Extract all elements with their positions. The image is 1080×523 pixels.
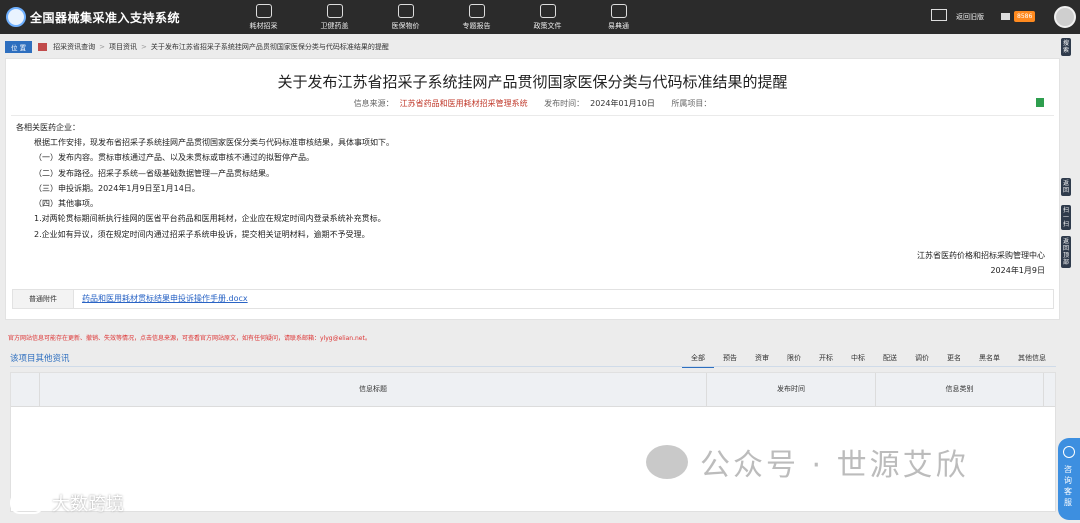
- nav-label: 专题报告: [462, 22, 491, 30]
- tab-rename[interactable]: 更名: [938, 353, 970, 366]
- avatar[interactable]: [1054, 6, 1076, 28]
- side-search-button[interactable]: 搜索: [1061, 38, 1071, 56]
- envelope-icon[interactable]: [1001, 13, 1010, 20]
- search-book-icon: [610, 4, 627, 18]
- table-header-category: 信息类别: [875, 373, 1043, 406]
- signature: 江苏省医药价格和招标采购管理中心: [917, 251, 1045, 260]
- mail-icon[interactable]: [931, 9, 947, 21]
- body-line: 1.对两轮贯标期间新执行挂网的医省平台药品和医用耗材，企业应在规定时间内登录系统…: [34, 214, 386, 223]
- project-label: 所属项目：: [671, 99, 712, 108]
- body-line: （三）申投诉期。2024年1月9日至1月14日。: [34, 184, 200, 193]
- attachment-link[interactable]: 药品和医用耗材贯标结果申投诉操作手册.docx: [74, 290, 248, 308]
- breadcrumb-separator: >: [99, 43, 105, 51]
- top-header: 全国器械集采准入支持系统 耗材招采 卫健药盖 医保物价 专题报告 政策文件 易典…: [0, 0, 1080, 34]
- time-label: 发布时间：: [544, 99, 585, 108]
- tab-blacklist[interactable]: 黑名单: [970, 353, 1009, 366]
- article-panel: 关于发布江苏省招采子系统挂网产品贯彻国家医保分类与代码标准结果的提醒 信息来源：…: [5, 58, 1060, 320]
- message-count-badge[interactable]: 8586: [1014, 11, 1036, 22]
- side-back-top-button[interactable]: 返回顶部: [1061, 236, 1071, 268]
- copy-icon[interactable]: [1036, 98, 1044, 107]
- table-header-spacer: [1043, 373, 1055, 406]
- attachment-label: 普通附件: [13, 290, 74, 308]
- watermark-text: 大数跨境: [52, 494, 124, 515]
- medical-icon: [397, 4, 414, 18]
- body-line: 各相关医药企业：: [16, 123, 80, 132]
- tab-qualification[interactable]: 资审: [746, 353, 778, 366]
- app-logo-icon[interactable]: [6, 7, 26, 27]
- chat-icon: [1063, 446, 1075, 458]
- report-icon: [468, 4, 485, 18]
- attachment-row: 普通附件 药品和医用耗材贯标结果申投诉操作手册.docx: [12, 289, 1054, 309]
- source-label: 信息来源：: [353, 99, 394, 108]
- watermark-wechat: 公众号 · 世源艾欣: [646, 440, 969, 484]
- watermark-text: 公众号 · 世源艾欣: [700, 448, 969, 483]
- table-header: 信息标题 发布时间 信息类别: [11, 373, 1055, 407]
- body-line: 根据工作安排，现发布省招采子系统挂网产品贯彻国家医保分类与代码标准审核结果，具体…: [34, 138, 394, 147]
- nav-label: 易典通: [608, 22, 629, 30]
- breadcrumb-separator: >: [140, 43, 147, 51]
- tab-price-limit[interactable]: 限价: [778, 353, 810, 366]
- breadcrumb-item[interactable]: 项目资讯: [109, 42, 137, 52]
- nav-item-consumables[interactable]: 耗材招采: [228, 0, 299, 34]
- back-old-version-link[interactable]: 返回旧版: [956, 12, 984, 22]
- nav-label: 政策文件: [533, 22, 562, 30]
- body-line: 2.企业如有异议，须在规定时间内通过招采子系统申投诉，提交相关证明材料，逾期不予…: [34, 230, 370, 239]
- wechat-icon: [646, 445, 688, 479]
- side-back-button[interactable]: 返回: [1061, 178, 1071, 196]
- nav-item-reports[interactable]: 专题报告: [441, 0, 512, 34]
- section-divider: [10, 366, 1056, 367]
- body-line: （一）发布内容。贯标审核通过产品、以及未贯标或审核不通过的拟暂停产品。: [34, 153, 314, 162]
- table-header-title: 信息标题: [39, 373, 706, 406]
- table-header-index: [11, 373, 39, 406]
- consult-service-button[interactable]: 咨询客服: [1058, 438, 1080, 520]
- table-header-time: 发布时间: [706, 373, 875, 406]
- nav-label: 卫健药盖: [320, 22, 349, 30]
- side-scan-button[interactable]: 扫一扫: [1061, 205, 1071, 230]
- nav-item-insurance[interactable]: 医保物价: [370, 0, 441, 34]
- breadcrumb: 位 置 招采资讯查询 > 项目资讯 > 关于发布江苏省招采子系统挂网产品贯彻国家…: [5, 40, 389, 54]
- nav-item-health[interactable]: 卫健药盖: [299, 0, 370, 34]
- article-meta: 信息来源： 江苏省药品和医用耗材招采管理系统 发布时间： 2024年01月10日 所…: [6, 98, 1059, 109]
- tab-delivery[interactable]: 配送: [874, 353, 906, 366]
- body-line: （二）发布路径。招采子系统—省级基础数据管理—产品贯标结果。: [34, 169, 274, 178]
- document-icon: [539, 4, 556, 18]
- disclaimer: 官方网站信息可能存在更新、撤销、失效等情况，点击信息来源，可查看官方网站原文，如…: [8, 335, 371, 342]
- breadcrumb-item-current: 关于发布江苏省招采子系统挂网产品贯彻国家医保分类与代码标准结果的提醒: [150, 43, 389, 51]
- watermark-brand: 大数跨境: [10, 490, 124, 516]
- nav-label: 耗材招采: [249, 22, 278, 30]
- publish-time: 2024年01月10日: [590, 99, 655, 108]
- tab-preview[interactable]: 预告: [714, 353, 746, 366]
- breadcrumb-item[interactable]: 招采资讯查询: [53, 42, 95, 52]
- app-title[interactable]: 全国器械集采准入支持系统: [30, 9, 180, 26]
- article-title: 关于发布江苏省招采子系统挂网产品贯彻国家医保分类与代码标准结果的提醒: [277, 73, 788, 91]
- breadcrumb-tag: 位 置: [5, 41, 33, 53]
- body-line: （四）其他事项。: [34, 199, 98, 208]
- brand-logo-icon: [10, 492, 44, 514]
- nav-label: 医保物价: [391, 22, 420, 30]
- cloud-icon: [326, 4, 343, 18]
- related-section-title: 该项目其他资讯: [10, 354, 70, 364]
- tab-winning-bid[interactable]: 中标: [842, 353, 874, 366]
- tab-price-adjust[interactable]: 调价: [906, 353, 938, 366]
- nav-item-policy[interactable]: 政策文件: [512, 0, 583, 34]
- home-icon[interactable]: [38, 43, 48, 51]
- main-nav: 耗材招采 卫健药盖 医保物价 专题报告 政策文件 易典通: [228, 0, 654, 34]
- tab-bid-opening[interactable]: 开标: [810, 353, 842, 366]
- nav-item-yidiantong[interactable]: 易典通: [583, 0, 654, 34]
- consult-label: 咨询客服: [1064, 465, 1072, 507]
- divider: [11, 115, 1054, 116]
- sign-date: 2024年1月9日: [990, 266, 1045, 275]
- cart-icon: [255, 4, 272, 18]
- source-link[interactable]: 江苏省药品和医用耗材招采管理系统: [400, 99, 528, 108]
- tab-other[interactable]: 其他信息: [1009, 353, 1055, 366]
